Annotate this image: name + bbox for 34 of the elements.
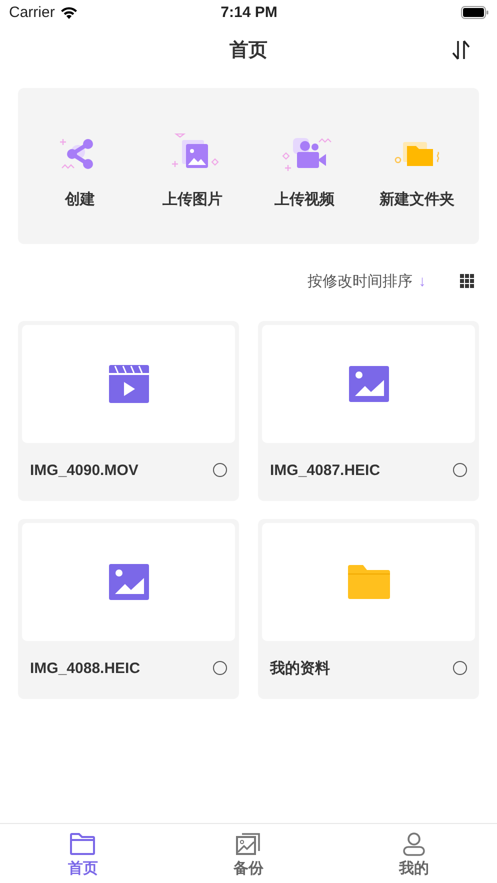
folder-icon xyxy=(69,831,96,857)
file-name: IMG_4087.HEIC xyxy=(270,462,380,478)
tab-item[interactable]: 备份 xyxy=(166,824,332,883)
file-name: IMG_4090.MOV xyxy=(30,462,138,478)
page-title: 首页 xyxy=(230,39,268,63)
clock-time: 7:14 PM xyxy=(220,4,278,21)
carrier-name: Carrier xyxy=(9,4,55,21)
file-card[interactable]: IMG_4090.MOV xyxy=(18,321,239,501)
action-label[interactable]: 创建 xyxy=(65,190,96,209)
file-card[interactable]: IMG_4088.HEIC xyxy=(18,519,239,699)
action-label[interactable]: 上传视频 xyxy=(274,190,335,209)
select-radio[interactable] xyxy=(453,463,467,477)
select-radio[interactable] xyxy=(213,463,227,477)
image-icon xyxy=(108,563,150,601)
tab-item[interactable]: 首页 xyxy=(0,824,166,883)
grid-view-icon[interactable] xyxy=(460,274,474,288)
image-icon xyxy=(348,365,390,403)
tab-item[interactable]: 我的 xyxy=(331,824,497,883)
file-card[interactable]: IMG_4087.HEIC xyxy=(258,321,479,501)
gallery-icon xyxy=(235,831,262,857)
action-label[interactable]: 新建文件夹 xyxy=(379,190,454,209)
file-card[interactable]: 我的资料 xyxy=(258,519,479,699)
battery-icon xyxy=(461,6,490,19)
action-label[interactable]: 上传图片 xyxy=(162,190,222,209)
file-name: IMG_4088.HEIC xyxy=(30,660,140,676)
person-icon xyxy=(400,831,428,857)
file-name: 我的资料 xyxy=(270,658,330,678)
wifi-icon xyxy=(60,6,78,19)
select-radio[interactable] xyxy=(213,661,227,675)
sort-order-label[interactable]: 按修改时间排序 xyxy=(308,272,412,290)
video-clip-icon xyxy=(108,364,150,404)
select-radio[interactable] xyxy=(453,661,467,675)
swap-sort-icon[interactable] xyxy=(451,39,471,61)
folder-icon xyxy=(346,564,390,600)
